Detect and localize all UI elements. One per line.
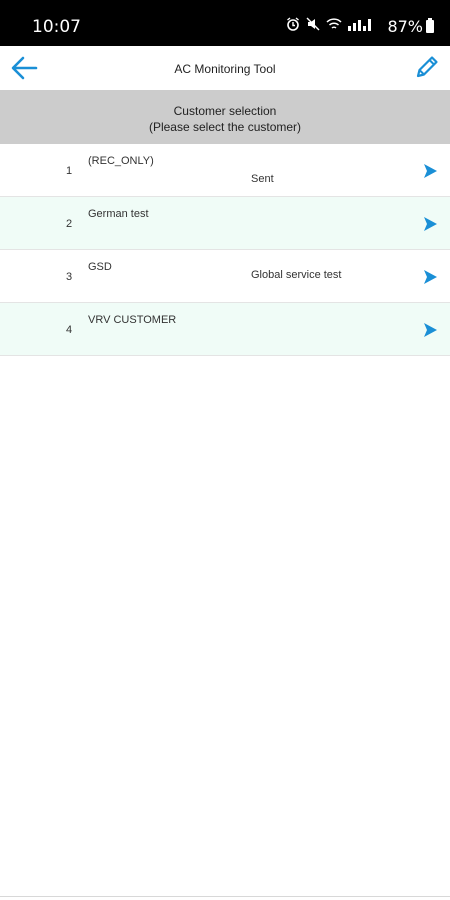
customer-name: German test: [88, 208, 149, 220]
row-number: 3: [66, 271, 73, 283]
customer-name: (REC_ONLY): [88, 155, 154, 167]
row-number: 2: [66, 218, 73, 230]
wifi-icon: [326, 17, 342, 31]
row-number: 4: [66, 324, 73, 336]
app-bar: AC Monitoring Tool: [0, 46, 450, 90]
section-title: Customer selection: [173, 104, 277, 118]
status-time: 10:07: [32, 17, 81, 37]
bottom-divider: [0, 896, 450, 897]
chevron-right-icon[interactable]: [420, 267, 440, 287]
signal-icon: [348, 17, 374, 31]
customer-row-1[interactable]: 1 (REC_ONLY) Sent: [0, 144, 450, 197]
chevron-right-icon[interactable]: [420, 161, 440, 181]
pencil-icon: [416, 56, 438, 78]
battery-icon: [426, 18, 434, 33]
chevron-right-icon[interactable]: [420, 214, 440, 234]
battery-indicator: 87%: [387, 17, 434, 36]
customer-name: GSD: [88, 261, 112, 273]
section-subtitle: (Please select the customer): [148, 120, 302, 134]
battery-percent: 87%: [387, 17, 423, 36]
edit-button[interactable]: [412, 52, 442, 82]
customer-list: 1 (REC_ONLY) Sent 2 German test 3 GSD Gl…: [0, 144, 450, 356]
row-number: 1: [66, 165, 73, 177]
customer-row-2[interactable]: 2 German test: [0, 197, 450, 250]
customer-selection-header: Customer selection (Please select the cu…: [0, 90, 450, 144]
status-bar: 10:07 87%: [0, 0, 450, 46]
page-title: AC Monitoring Tool: [174, 62, 276, 76]
mute-icon: [306, 17, 320, 31]
chevron-right-icon[interactable]: [420, 320, 440, 340]
alarm-icon: [286, 17, 300, 31]
customer-status: Sent: [251, 173, 274, 185]
customer-name: VRV CUSTOMER: [88, 314, 177, 326]
customer-row-4[interactable]: 4 VRV CUSTOMER: [0, 303, 450, 356]
customer-description: Global service test: [251, 269, 342, 281]
status-icons: [286, 17, 374, 31]
customer-row-3[interactable]: 3 GSD Global service test: [0, 250, 450, 303]
